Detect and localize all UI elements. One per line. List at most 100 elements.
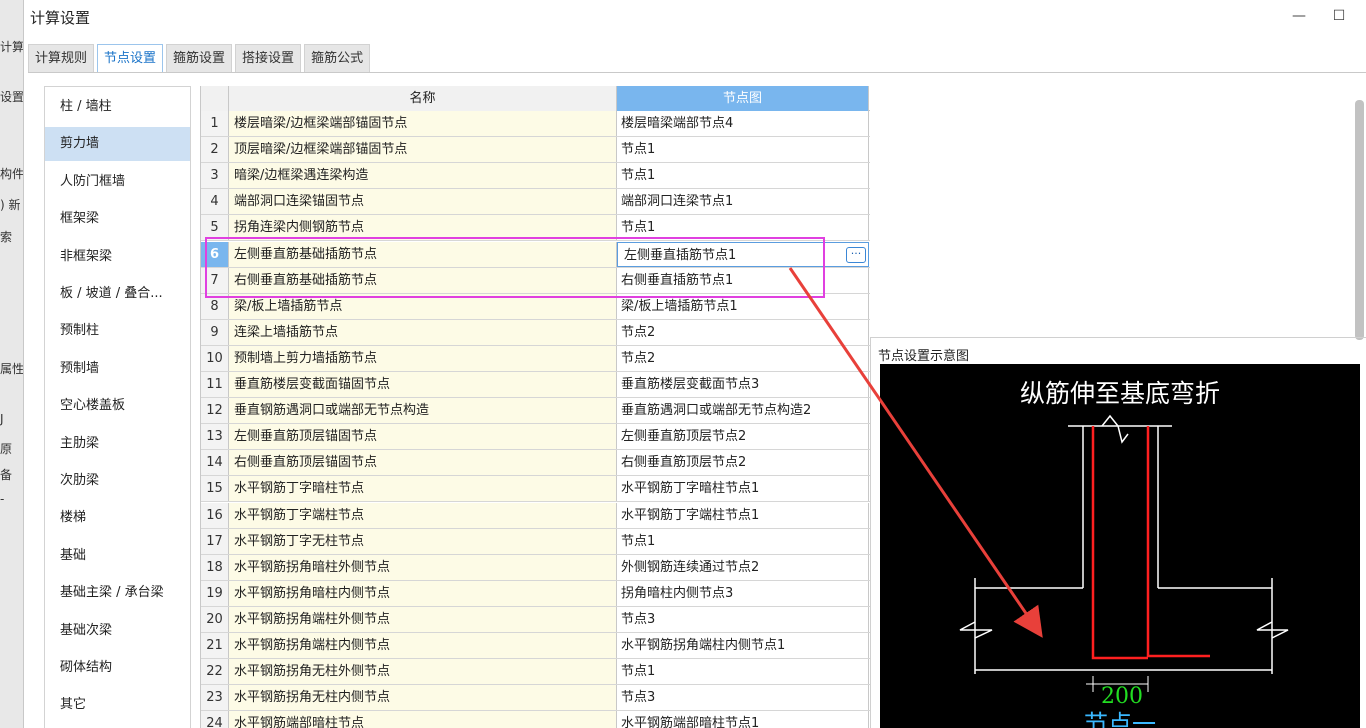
row-node-cell[interactable]: 水平钢筋丁字暗柱节点1: [617, 476, 869, 502]
row-node-cell[interactable]: 节点1: [617, 163, 869, 189]
tab-stirrup-formula[interactable]: 箍筋公式: [304, 44, 371, 72]
row-node-cell[interactable]: 节点2: [617, 319, 869, 345]
nav-item[interactable]: 剪力墙: [45, 127, 190, 162]
row-name-cell[interactable]: 端部洞口连梁锚固节点: [229, 189, 617, 215]
row-number[interactable]: 14: [201, 450, 229, 476]
table-row[interactable]: 13 左侧垂直筋顶层锚固节点 左侧垂直筋顶层节点2: [201, 424, 870, 451]
nav-item[interactable]: 框架梁: [45, 202, 190, 236]
nav-item[interactable]: 基础次梁: [45, 614, 190, 648]
row-node-cell[interactable]: 水平钢筋丁字端柱节点1: [617, 502, 869, 528]
row-number[interactable]: 17: [201, 528, 229, 554]
row-node-cell[interactable]: 楼层暗梁端部节点4: [617, 111, 869, 136]
row-node-cell[interactable]: 水平钢筋拐角端柱内侧节点1: [617, 633, 869, 658]
row-name-cell[interactable]: 暗梁/边框梁遇连梁构造: [229, 163, 617, 189]
nav-item[interactable]: 空心楼盖板: [45, 389, 190, 423]
row-number[interactable]: 19: [201, 580, 229, 606]
row-number[interactable]: 21: [201, 633, 229, 658]
nav-item[interactable]: 柱 / 墙柱: [45, 90, 190, 124]
row-node-cell[interactable]: 右侧垂直筋顶层节点2: [617, 450, 869, 476]
nav-item[interactable]: 预制墙: [45, 352, 190, 386]
table-row[interactable]: 14 右侧垂直筋顶层锚固节点 右侧垂直筋顶层节点2: [201, 450, 870, 477]
tab-lap-settings[interactable]: 搭接设置: [235, 44, 302, 72]
row-number[interactable]: 22: [201, 659, 229, 685]
minimize-button[interactable]: —: [1286, 4, 1312, 28]
tab-calc-rules[interactable]: 计算规则: [28, 44, 95, 72]
nav-item[interactable]: 其它: [45, 688, 190, 722]
row-name-cell[interactable]: 水平钢筋拐角暗柱外侧节点: [229, 554, 617, 580]
row-node-cell[interactable]: 左侧垂直筋顶层节点2: [617, 424, 869, 450]
table-row[interactable]: 11 垂直筋楼层变截面锚固节点 垂直筋楼层变截面节点3: [201, 372, 870, 398]
nav-item[interactable]: 板 / 坡道 / 叠合...: [45, 277, 190, 311]
row-node-cell[interactable]: 节点2: [617, 345, 869, 371]
row-node-cell[interactable]: 垂直筋遇洞口或端部无节点构造2: [617, 398, 869, 424]
row-number[interactable]: 4: [201, 189, 229, 215]
row-number[interactable]: 11: [201, 372, 229, 397]
table-row[interactable]: 9 连梁上墙插筋节点 节点2: [201, 319, 870, 346]
table-row[interactable]: 20 水平钢筋拐角端柱外侧节点 节点3: [201, 606, 870, 633]
row-number[interactable]: 9: [201, 319, 229, 345]
table-row[interactable]: 3 暗梁/边框梁遇连梁构造 节点1: [201, 163, 870, 190]
row-node-cell[interactable]: 水平钢筋端部暗柱节点1: [617, 711, 869, 728]
nav-item[interactable]: 砌体结构: [45, 651, 190, 685]
node-picker-button[interactable]: ···: [846, 246, 866, 263]
row-name-cell[interactable]: 预制墙上剪力墙插筋节点: [229, 345, 617, 371]
row-number[interactable]: 1: [201, 111, 229, 136]
table-row[interactable]: 10 预制墙上剪力墙插筋节点 节点2: [201, 345, 870, 372]
row-number[interactable]: 20: [201, 606, 229, 632]
row-name-cell[interactable]: 水平钢筋丁字端柱节点: [229, 502, 617, 528]
row-name-cell[interactable]: 垂直钢筋遇洞口或端部无节点构造: [229, 398, 617, 424]
nav-item[interactable]: 预制柱: [45, 314, 190, 348]
row-name-cell[interactable]: 垂直筋楼层变截面锚固节点: [229, 372, 617, 397]
row-node-cell[interactable]: 垂直筋楼层变截面节点3: [617, 372, 869, 397]
row-number[interactable]: 2: [201, 137, 229, 163]
row-name-cell[interactable]: 水平钢筋拐角端柱内侧节点: [229, 633, 617, 658]
header-node-diagram[interactable]: 节点图: [617, 86, 869, 111]
row-name-cell[interactable]: 水平钢筋丁字暗柱节点: [229, 476, 617, 502]
row-node-cell[interactable]: 外侧钢筋连续通过节点2: [617, 554, 869, 580]
maximize-button[interactable]: ☐: [1326, 4, 1352, 28]
table-row[interactable]: 12 垂直钢筋遇洞口或端部无节点构造 垂直筋遇洞口或端部无节点构造2: [201, 398, 870, 425]
nav-item[interactable]: 次肋梁: [45, 464, 190, 498]
table-row[interactable]: 16 水平钢筋丁字端柱节点 水平钢筋丁字端柱节点1: [201, 502, 870, 529]
table-row[interactable]: 24 水平钢筋端部暗柱节点 水平钢筋端部暗柱节点1: [201, 711, 870, 728]
row-number[interactable]: 3: [201, 163, 229, 189]
table-row[interactable]: 22 水平钢筋拐角无柱外侧节点 节点1: [201, 659, 870, 686]
row-node-cell[interactable]: 节点3: [617, 606, 869, 632]
tab-node-settings[interactable]: 节点设置: [97, 44, 164, 73]
table-row[interactable]: 21 水平钢筋拐角端柱内侧节点 水平钢筋拐角端柱内侧节点1: [201, 633, 870, 659]
table-row[interactable]: 4 端部洞口连梁锚固节点 端部洞口连梁节点1: [201, 189, 870, 216]
row-number[interactable]: 16: [201, 502, 229, 528]
table-row[interactable]: 15 水平钢筋丁字暗柱节点 水平钢筋丁字暗柱节点1: [201, 476, 870, 503]
row-name-cell[interactable]: 水平钢筋丁字无柱节点: [229, 528, 617, 554]
nav-item[interactable]: 基础主梁 / 承台梁: [45, 576, 190, 610]
table-row[interactable]: 1 楼层暗梁/边框梁端部锚固节点 楼层暗梁端部节点4: [201, 111, 870, 137]
row-name-cell[interactable]: 水平钢筋拐角无柱内侧节点: [229, 685, 617, 711]
table-row[interactable]: 18 水平钢筋拐角暗柱外侧节点 外侧钢筋连续通过节点2: [201, 554, 870, 581]
row-number[interactable]: 13: [201, 424, 229, 450]
row-number[interactable]: 12: [201, 398, 229, 424]
row-number[interactable]: 18: [201, 554, 229, 580]
tab-stirrup-settings[interactable]: 箍筋设置: [166, 44, 233, 72]
row-node-cell[interactable]: 节点3: [617, 685, 869, 711]
row-number[interactable]: 24: [201, 711, 229, 728]
row-node-cell[interactable]: 节点1: [617, 659, 869, 685]
row-name-cell[interactable]: 水平钢筋拐角暗柱内侧节点: [229, 580, 617, 606]
row-name-cell[interactable]: 左侧垂直筋顶层锚固节点: [229, 424, 617, 450]
row-name-cell[interactable]: 水平钢筋拐角无柱外侧节点: [229, 659, 617, 685]
row-name-cell[interactable]: 水平钢筋端部暗柱节点: [229, 711, 617, 728]
row-name-cell[interactable]: 顶层暗梁/边框梁端部锚固节点: [229, 137, 617, 163]
nav-item[interactable]: 非框架梁: [45, 240, 190, 274]
row-name-cell[interactable]: 右侧垂直筋顶层锚固节点: [229, 450, 617, 476]
table-row[interactable]: 17 水平钢筋丁字无柱节点 节点1: [201, 528, 870, 555]
row-number[interactable]: 10: [201, 345, 229, 371]
nav-item[interactable]: 主肋梁: [45, 427, 190, 461]
vertical-scrollbar[interactable]: [1355, 100, 1364, 340]
row-name-cell[interactable]: 连梁上墙插筋节点: [229, 319, 617, 345]
table-row[interactable]: 19 水平钢筋拐角暗柱内侧节点 拐角暗柱内侧节点3: [201, 580, 870, 607]
row-name-cell[interactable]: 楼层暗梁/边框梁端部锚固节点: [229, 111, 617, 136]
row-node-cell[interactable]: 节点1: [617, 528, 869, 554]
nav-item[interactable]: 人防门框墙: [45, 165, 190, 199]
nav-item[interactable]: 基础: [45, 539, 190, 573]
row-number[interactable]: 15: [201, 476, 229, 502]
row-node-cell[interactable]: 端部洞口连梁节点1: [617, 189, 869, 215]
